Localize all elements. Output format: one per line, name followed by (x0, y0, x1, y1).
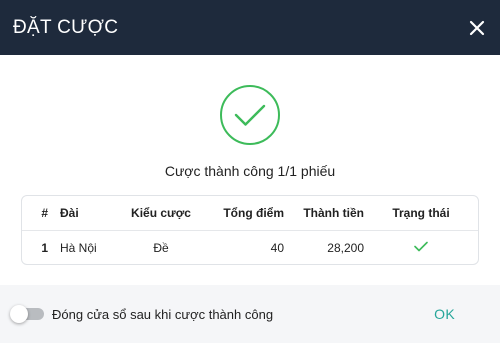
column-header-kieu-cuoc: Kiểu cược (131, 206, 191, 220)
dialog-header: ĐẶT CƯỢC (0, 0, 500, 55)
dialog-footer: Đóng cửa sổ sau khi cược thành công OK (0, 285, 500, 343)
column-header-tong-diem: Tổng điểm (223, 206, 284, 220)
row-index: 1 (22, 230, 60, 264)
dialog-title: ĐẶT CƯỢC (13, 16, 119, 38)
row-dai: Hà Nội (60, 230, 118, 264)
dialog-body: Cược thành công 1/1 phiếu # Đài Kiểu cượ… (0, 55, 500, 265)
column-header-index: # (41, 206, 48, 220)
column-header-dai: Đài (60, 206, 79, 220)
close-button[interactable] (466, 17, 488, 39)
bet-table-card: # Đài Kiểu cược Tổng điểm Thành tiền Trạ… (21, 195, 479, 265)
ok-button[interactable]: OK (434, 306, 455, 322)
success-check-icon (220, 85, 280, 145)
row-trang-thai (364, 230, 478, 264)
table-row: 1 Hà Nội Đề 40 28,200 (22, 230, 478, 264)
toggle-knob (10, 305, 28, 323)
success-message: Cược thành công 1/1 phiếu (164, 163, 336, 179)
auto-close-setting: Đóng cửa sổ sau khi cược thành công (10, 305, 274, 323)
column-header-trang-thai: Trạng thái (392, 206, 450, 220)
close-icon (469, 20, 485, 35)
bet-dialog: ĐẶT CƯỢC Cược thành công 1/1 phiếu # Đài… (0, 0, 500, 343)
table-header-row: # Đài Kiểu cược Tổng điểm Thành tiền Trạ… (22, 196, 478, 231)
bet-table: # Đài Kiểu cược Tổng điểm Thành tiền Trạ… (22, 196, 478, 264)
row-thanh-tien: 28,200 (284, 230, 364, 264)
auto-close-toggle[interactable] (10, 305, 44, 323)
row-kieu-cuoc: Đề (118, 230, 204, 264)
check-icon (414, 241, 428, 251)
row-tong-diem: 40 (204, 230, 284, 264)
column-header-thanh-tien: Thành tiền (303, 206, 364, 220)
auto-close-label: Đóng cửa sổ sau khi cược thành công (52, 306, 274, 322)
